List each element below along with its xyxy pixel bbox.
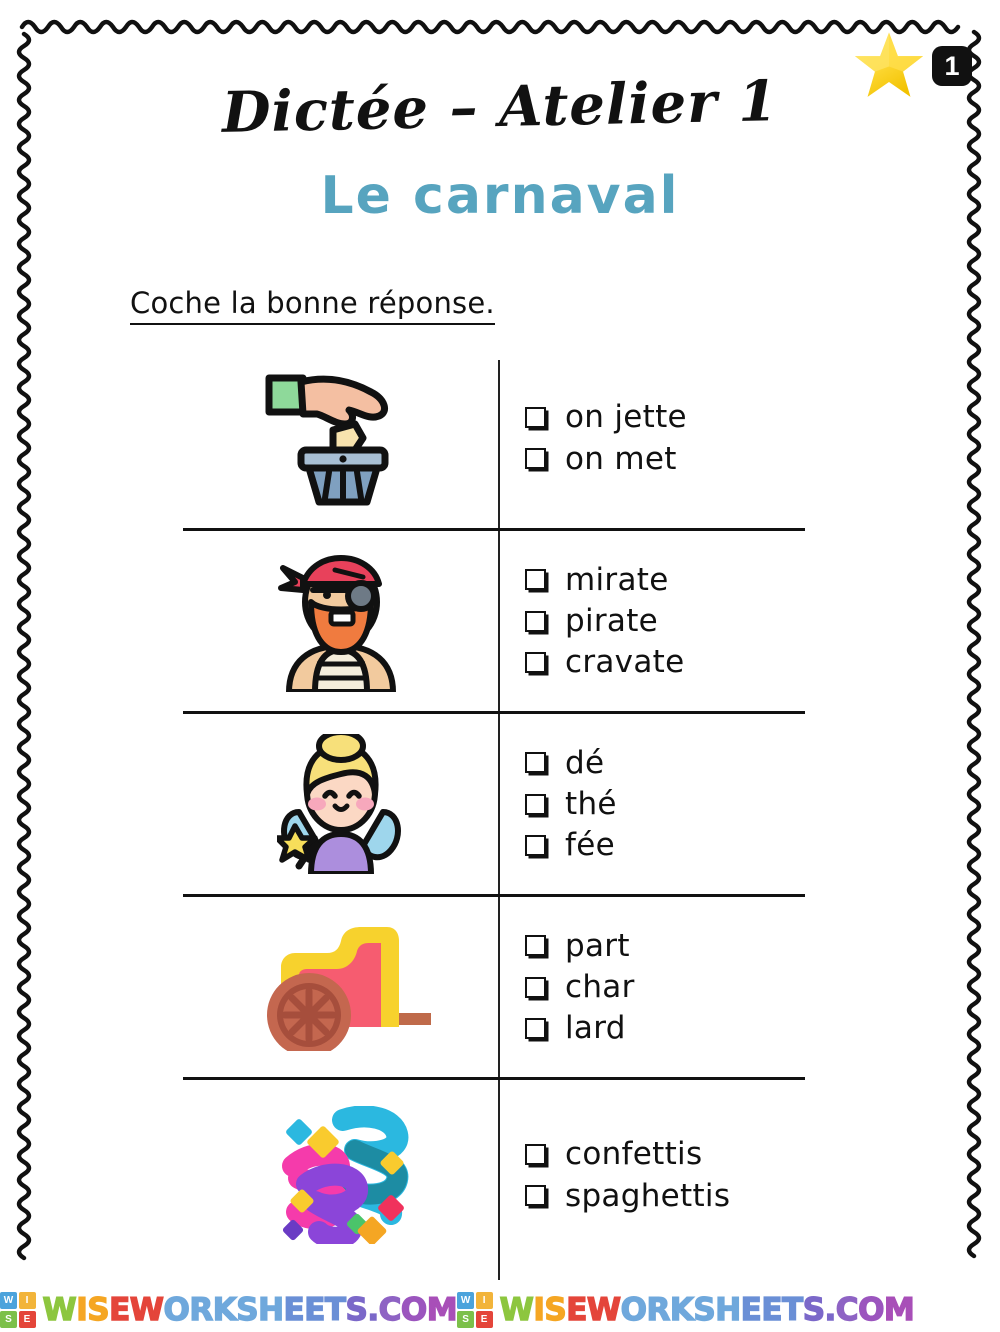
table-row: on jette on met xyxy=(183,348,805,531)
exercise-options-cell: mirate pirate cravate xyxy=(498,563,805,679)
table-row: mirate pirate cravate xyxy=(183,531,805,714)
option-label: on met xyxy=(565,440,677,477)
instruction-text: Coche la bonne réponse. xyxy=(130,286,495,325)
table-row: part char lard xyxy=(183,897,805,1080)
worksheet-page: 1 Dictée – Atelier 1 Le carnaval Coche l… xyxy=(0,0,1000,1332)
exercise-options-cell: on jette on met xyxy=(498,399,805,477)
option-label: part xyxy=(565,927,630,964)
option-row[interactable]: dé xyxy=(525,746,805,780)
exercise-picture-cell xyxy=(183,734,498,874)
exercise-picture-cell xyxy=(183,1106,498,1244)
option-checkbox[interactable] xyxy=(525,935,546,957)
table-row: confettis spaghettis xyxy=(183,1080,805,1270)
option-row[interactable]: pirate xyxy=(525,604,805,638)
page-title: Dictée – Atelier 1 xyxy=(221,68,779,146)
option-row[interactable]: thé xyxy=(525,787,805,821)
exercise-picture-cell xyxy=(183,923,498,1051)
option-checkbox[interactable] xyxy=(525,406,546,428)
option-checkbox[interactable] xyxy=(525,651,546,673)
watermark-unit: W I S E WISEWORKSHEETS.COM xyxy=(0,1288,459,1332)
option-label: fée xyxy=(565,827,615,864)
option-checkbox[interactable] xyxy=(525,569,546,591)
option-label: cravate xyxy=(565,644,685,681)
table-row: dé thé fée xyxy=(183,714,805,897)
option-row[interactable]: cravate xyxy=(525,645,805,679)
option-label: on jette xyxy=(565,399,687,436)
logo-letter: S xyxy=(0,1310,17,1328)
exercise-options-cell: part char lard xyxy=(498,929,805,1045)
option-checkbox[interactable] xyxy=(525,1185,546,1207)
watermark-unit: W I S E WISEWORKSHEETS.COM xyxy=(457,1288,916,1332)
option-checkbox[interactable] xyxy=(525,834,546,856)
exercise-options-cell: confettis spaghettis xyxy=(498,1136,805,1214)
watermark-text: WISEWORKSHEETS.COM xyxy=(42,1291,459,1328)
option-row[interactable]: fée xyxy=(525,828,805,862)
option-label: mirate xyxy=(565,561,669,598)
logo-letter: W xyxy=(0,1292,17,1310)
logo-letter: S xyxy=(457,1310,475,1328)
option-checkbox[interactable] xyxy=(525,976,546,998)
option-checkbox[interactable] xyxy=(525,448,546,470)
exercise-picture-cell xyxy=(183,550,498,692)
logo-letter: E xyxy=(475,1310,493,1328)
hand-throwing-paper-in-bin-icon xyxy=(265,374,388,506)
option-checkbox[interactable] xyxy=(525,793,546,815)
option-label: thé xyxy=(565,785,617,822)
page-subtitle: Le carnaval xyxy=(320,166,680,226)
option-row[interactable]: on jette xyxy=(525,399,805,436)
option-label: char xyxy=(565,968,635,1005)
exercise-options-cell: dé thé fée xyxy=(498,746,805,862)
option-label: pirate xyxy=(565,602,659,639)
option-label: dé xyxy=(565,744,605,781)
option-row[interactable]: lard xyxy=(525,1011,805,1045)
logo-letter: E xyxy=(18,1310,36,1328)
exercise-table: on jette on met mirate pirate cravate dé… xyxy=(183,348,805,1280)
option-row[interactable]: on met xyxy=(525,440,805,477)
option-checkbox[interactable] xyxy=(525,1143,546,1165)
option-label: confettis xyxy=(565,1136,703,1173)
option-row[interactable]: confettis xyxy=(525,1136,805,1173)
option-checkbox[interactable] xyxy=(525,752,546,774)
chariot-icon xyxy=(266,927,431,1051)
option-label: spaghettis xyxy=(565,1177,731,1214)
fairy-icon xyxy=(276,734,401,874)
logo-letter: W xyxy=(457,1292,475,1310)
pirate-icon xyxy=(277,555,396,692)
exercise-picture-cell xyxy=(183,368,498,508)
option-row[interactable]: char xyxy=(525,970,805,1004)
option-row[interactable]: mirate xyxy=(525,563,805,597)
option-row[interactable]: spaghettis xyxy=(525,1177,805,1214)
option-checkbox[interactable] xyxy=(525,1017,546,1039)
footer-watermark: W I S E WISEWORKSHEETS.COM W I S E WISEW… xyxy=(0,1282,1000,1332)
option-checkbox[interactable] xyxy=(525,610,546,632)
logo-letter: I xyxy=(475,1292,493,1310)
confetti-streamers-icon xyxy=(281,1106,408,1244)
option-row[interactable]: part xyxy=(525,929,805,963)
wiseworksheets-logo-icon: W I S E xyxy=(457,1292,493,1328)
wiseworksheets-logo-icon: W I S E xyxy=(0,1292,36,1328)
logo-letter: I xyxy=(18,1292,36,1310)
option-label: lard xyxy=(565,1010,626,1047)
watermark-text: WISEWORKSHEETS.COM xyxy=(499,1291,916,1328)
